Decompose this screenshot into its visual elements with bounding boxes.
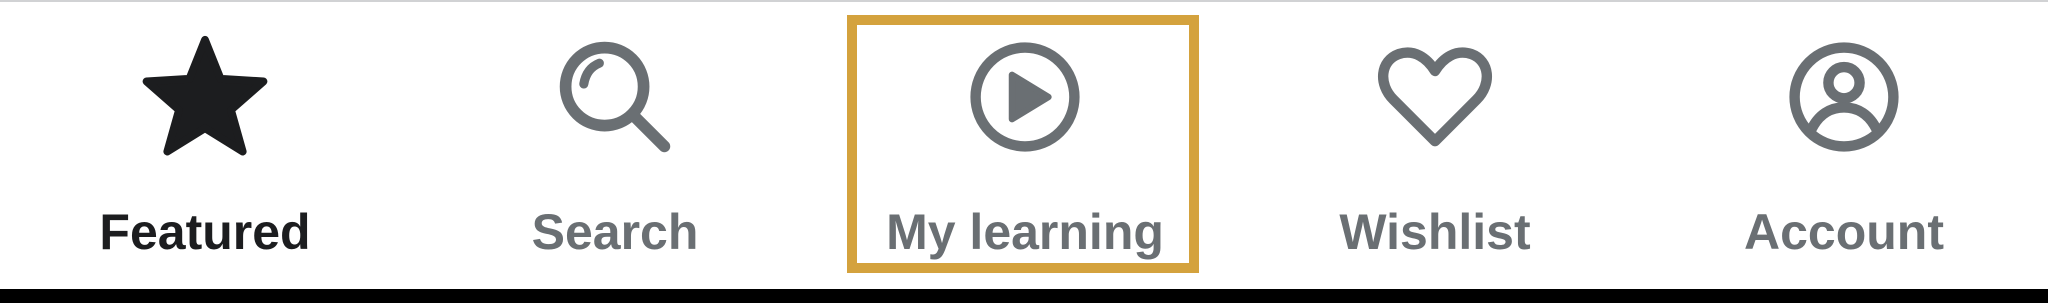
star-icon	[140, 32, 270, 162]
play-circle-icon	[960, 32, 1090, 162]
tab-account-label: Account	[1744, 204, 1944, 260]
heart-icon	[1370, 32, 1500, 162]
tab-search-label: Search	[531, 204, 699, 260]
search-icon	[550, 32, 680, 162]
tab-featured[interactable]: Featured	[0, 2, 410, 289]
tab-account[interactable]: Account	[1640, 2, 2048, 289]
tab-wishlist[interactable]: Wishlist	[1230, 2, 1640, 289]
account-icon	[1779, 32, 1909, 162]
tab-my-learning-label: My learning	[886, 204, 1164, 260]
tab-wishlist-label: Wishlist	[1339, 204, 1531, 260]
tab-search[interactable]: Search	[410, 2, 820, 289]
tab-featured-label: Featured	[99, 204, 311, 260]
tab-my-learning[interactable]: My learning	[820, 2, 1230, 289]
bottom-tab-bar: Featured Search My learning Wishlist Acc…	[0, 2, 2048, 289]
bottom-edge-bar	[0, 289, 2048, 303]
